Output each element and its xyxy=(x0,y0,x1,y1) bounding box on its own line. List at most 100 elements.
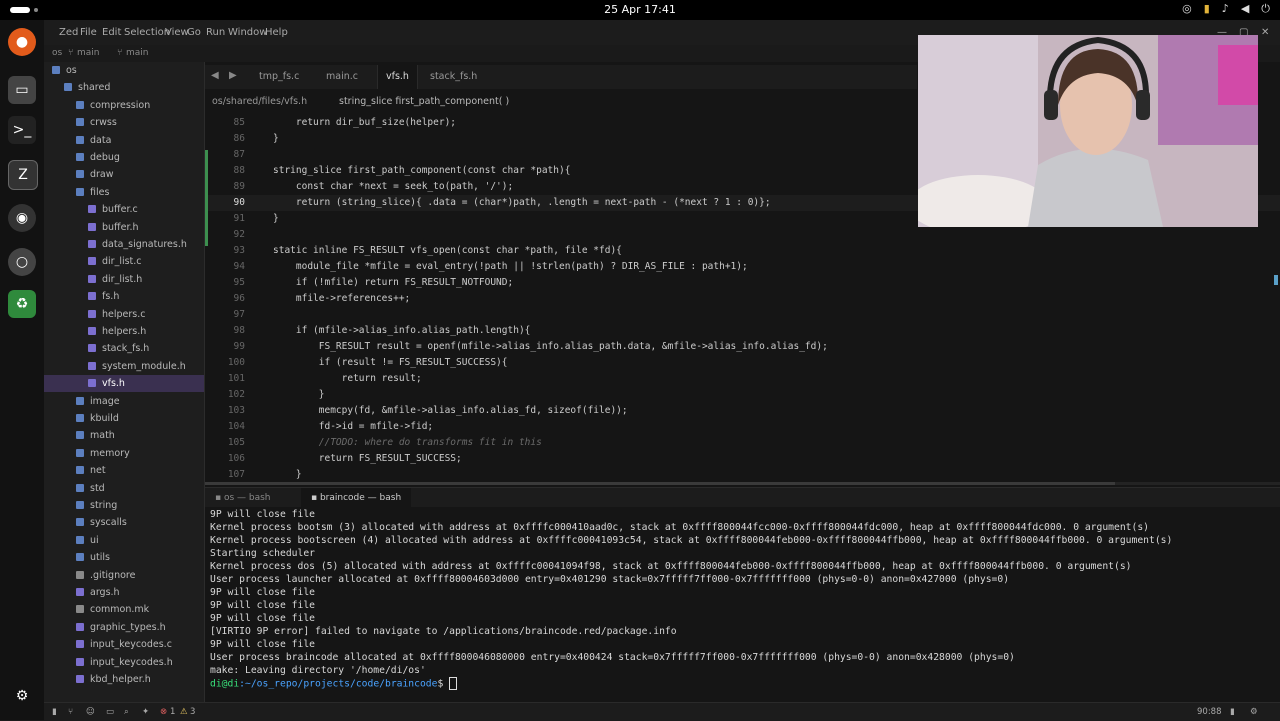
sidebar-item[interactable]: helpers.h xyxy=(44,323,204,340)
obs-icon[interactable]: ◉ xyxy=(8,204,36,232)
sidebar-item[interactable]: input_keycodes.h xyxy=(44,654,204,671)
sidebar-item[interactable]: system_module.h xyxy=(44,358,204,375)
close-icon[interactable]: ✕ xyxy=(1261,27,1269,38)
git-icon[interactable]: ⑂ xyxy=(68,707,73,717)
sidebar-item[interactable]: helpers.c xyxy=(44,306,204,323)
sidebar-item[interactable]: fs.h xyxy=(44,288,204,305)
sidebar-item[interactable]: graphic_types.h xyxy=(44,619,204,636)
project-panel[interactable]: os shared compression crwss data debug draw fil… xyxy=(44,62,205,702)
tab-tmp-fs[interactable]: tmp_fs.c xyxy=(251,65,307,89)
app-grid-icon[interactable]: ⚙ xyxy=(8,682,36,710)
sidebar-item[interactable]: kbuild xyxy=(44,410,204,427)
ai-icon[interactable]: ✦ xyxy=(142,707,149,717)
tab-stack-fs[interactable]: stack_fs.h xyxy=(422,65,485,89)
sidebar-item[interactable]: utils xyxy=(44,549,204,566)
sidebar-item[interactable]: vfs.h xyxy=(44,375,204,393)
code-line[interactable]: 105 //TODO: where do transforms fit in t… xyxy=(205,435,1280,451)
project-name[interactable]: os xyxy=(52,48,62,58)
breadcrumb-symbol[interactable]: string_slice first_path_component( ) xyxy=(339,96,509,107)
code-line[interactable]: 100 if (result != FS_RESULT_SUCCESS){ xyxy=(205,355,1280,371)
sidebar-item[interactable]: math xyxy=(44,427,204,444)
sidebar-item[interactable]: draw xyxy=(44,166,204,183)
error-count[interactable]: 1 xyxy=(170,707,175,717)
tab-main[interactable]: main.c xyxy=(318,65,366,89)
code-line[interactable]: 98 if (mfile->alias_info.alias_path.leng… xyxy=(205,323,1280,339)
sidebar-item[interactable]: dir_list.c xyxy=(44,253,204,270)
sidebar-item[interactable]: syscalls xyxy=(44,514,204,531)
sidebar-item[interactable]: data_signatures.h xyxy=(44,236,204,253)
sidebar-item[interactable]: args.h xyxy=(44,584,204,601)
terminal-output[interactable]: 9P will close file Kernel process bootsm … xyxy=(205,507,1280,702)
code-line[interactable]: 96 mfile->references++; xyxy=(205,291,1280,307)
system-tray[interactable]: ◎ ▮ ♪ ◀ ⏻ xyxy=(1182,2,1270,16)
sidebar-item[interactable]: std xyxy=(44,480,204,497)
firefox-icon[interactable]: ● xyxy=(8,28,36,56)
sidebar-item[interactable]: string xyxy=(44,497,204,514)
sidebar-item[interactable]: data xyxy=(44,132,204,149)
sidebar-item[interactable]: buffer.c xyxy=(44,201,204,218)
menu-zed[interactable]: Zed xyxy=(59,27,78,38)
cursor-position[interactable]: 90:88 xyxy=(1197,707,1222,717)
menu-selection[interactable]: Selection xyxy=(124,27,170,38)
code-line[interactable]: 103 memcpy(fd, &mfile->alias_info.alias_… xyxy=(205,403,1280,419)
sidebar-item[interactable]: input_keycodes.c xyxy=(44,636,204,653)
terminal-icon[interactable]: >_ xyxy=(8,116,36,144)
disk-icon[interactable]: ○ xyxy=(8,248,36,276)
terminal-prompt[interactable]: di@di:~/os_repo/projects/code/braincode$ xyxy=(210,677,458,690)
zed-icon[interactable]: Z xyxy=(8,160,38,190)
code-line[interactable]: 101 return result; xyxy=(205,371,1280,387)
code-line[interactable]: 95 if (!mfile) return FS_RESULT_NOTFOUND… xyxy=(205,275,1280,291)
code-line[interactable]: 97 xyxy=(205,307,1280,323)
sidebar-item[interactable]: files xyxy=(44,184,204,201)
warning-count[interactable]: 3 xyxy=(190,707,195,717)
mic-icon[interactable]: ▮ xyxy=(1204,2,1210,16)
collab-icon[interactable]: ☺ xyxy=(86,707,95,717)
menu-go[interactable]: Go xyxy=(187,27,201,38)
vertical-scrollbar[interactable] xyxy=(1272,115,1280,485)
sidebar-item[interactable]: image xyxy=(44,393,204,410)
volume-icon[interactable]: ◀ xyxy=(1241,2,1249,16)
warning-icon[interactable]: ⚠ xyxy=(180,707,188,717)
sidebar-item[interactable]: common.mk xyxy=(44,601,204,618)
code-line[interactable]: 106 return FS_RESULT_SUCCESS; xyxy=(205,451,1280,467)
code-line[interactable]: 92 xyxy=(205,227,1280,243)
sidebar-item[interactable]: os xyxy=(44,62,204,79)
forward-arrow-icon[interactable]: ▶ xyxy=(229,70,237,81)
settings-icon[interactable]: ⚙ xyxy=(1250,707,1258,717)
tab-vfs[interactable]: vfs.h xyxy=(377,65,418,89)
branch-name-2[interactable]: main xyxy=(126,48,149,58)
sidebar-item[interactable]: compression xyxy=(44,97,204,114)
sidebar-item[interactable]: crwss xyxy=(44,114,204,131)
code-line[interactable]: 107 } xyxy=(205,467,1280,483)
code-line[interactable]: 104 fd->id = mfile->fid; xyxy=(205,419,1280,435)
terminal-tab-braincode[interactable]: ▪ braincode — bash xyxy=(301,488,412,508)
power-icon[interactable]: ⏻ xyxy=(1261,2,1270,16)
menu-window[interactable]: Window xyxy=(228,27,267,38)
menu-edit[interactable]: Edit xyxy=(102,27,121,38)
horizontal-scrollbar[interactable] xyxy=(205,482,1280,485)
menu-view[interactable]: View xyxy=(165,27,189,38)
menu-run[interactable]: Run xyxy=(206,27,225,38)
trash-icon[interactable]: ♻ xyxy=(8,290,36,318)
breadcrumb-path[interactable]: os/shared/files/vfs.h xyxy=(212,96,307,107)
code-line[interactable]: 93 static inline FS_RESULT vfs_open(const… xyxy=(205,243,1280,259)
search-icon[interactable]: ⌕ xyxy=(124,707,129,717)
clock[interactable]: 25 Apr 17:41 xyxy=(0,3,1280,16)
bell-icon[interactable]: ▮ xyxy=(1230,707,1235,717)
menu-help[interactable]: Help xyxy=(265,27,288,38)
sidebar-item[interactable]: .gitignore xyxy=(44,567,204,584)
terminal-toggle-icon[interactable]: ▭ xyxy=(106,707,114,717)
sidebar-item[interactable]: ui xyxy=(44,532,204,549)
sidebar-item[interactable]: memory xyxy=(44,445,204,462)
sidebar-item[interactable]: dir_list.h xyxy=(44,271,204,288)
sidebar-item[interactable]: buffer.h xyxy=(44,219,204,236)
branch-name[interactable]: main xyxy=(77,48,100,58)
mic-indicator-icon[interactable]: ♪ xyxy=(1222,2,1229,16)
panel-toggle-icon[interactable]: ▮ xyxy=(52,707,57,717)
terminal-tab-os[interactable]: ▪ os — bash xyxy=(205,488,281,508)
menu-file[interactable]: File xyxy=(80,27,97,38)
sidebar-item[interactable]: stack_fs.h xyxy=(44,340,204,357)
files-icon[interactable]: ▭ xyxy=(8,76,36,104)
sidebar-item[interactable]: net xyxy=(44,462,204,479)
code-line[interactable]: 99 FS_RESULT result = openf(mfile->alias… xyxy=(205,339,1280,355)
